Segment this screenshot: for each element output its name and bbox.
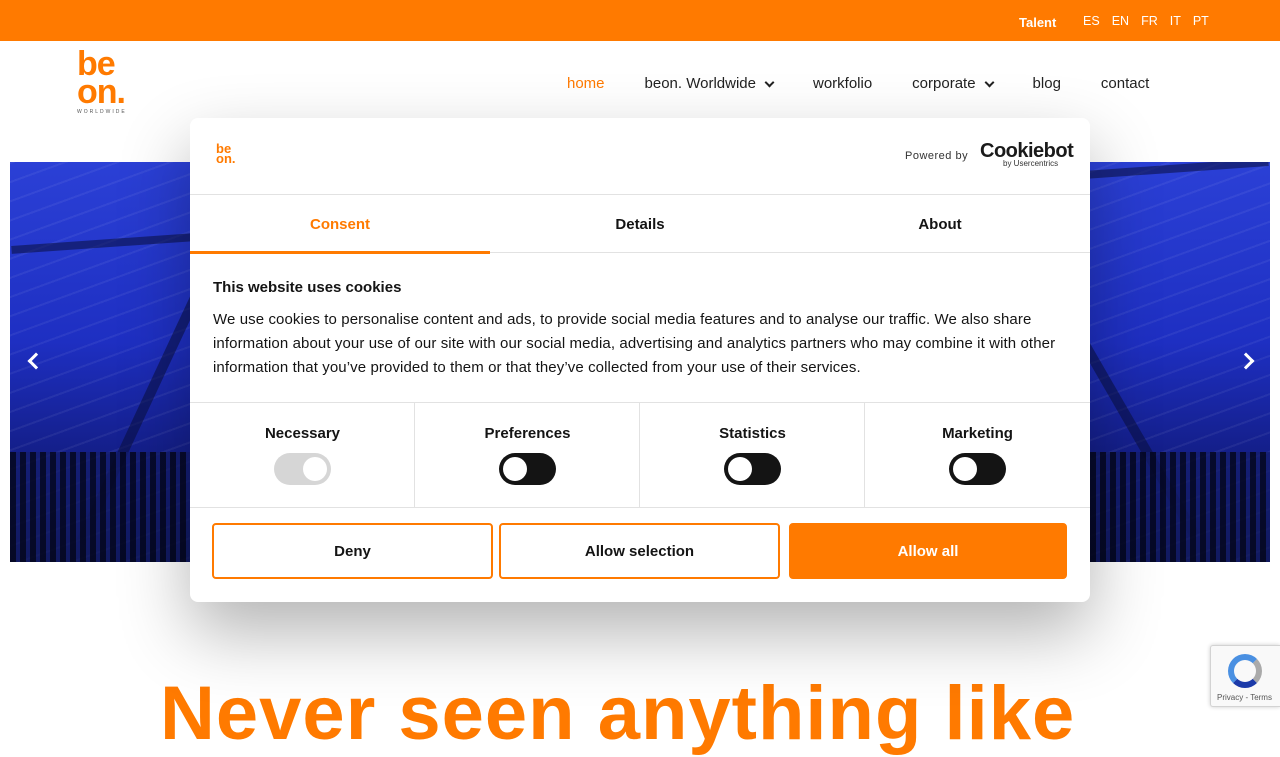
lang-pt-link[interactable]: PT [1193,14,1209,28]
language-switcher: ES EN FR IT PT [1083,14,1209,28]
slider-prev-icon[interactable] [27,352,45,370]
dialog-text: We use cookies to personalise content an… [213,311,1056,376]
chevron-down-icon [984,77,994,87]
nav-home[interactable]: home [567,75,605,92]
cookiebot-sub: by Usercentrics [1003,159,1059,168]
allow-all-button[interactable]: Allow all [789,523,1067,579]
cookie-categories: Necessary Preferences Statistics Marketi… [190,402,1090,508]
lang-es-link[interactable]: ES [1083,14,1100,28]
nav-workfolio[interactable]: workfolio [813,75,872,92]
allow-selection-button[interactable]: Allow selection [499,523,780,579]
slider-next-icon[interactable] [1237,352,1255,370]
necessary-toggle [274,453,331,485]
nav-blog[interactable]: blog [1033,75,1061,92]
lang-fr-link[interactable]: FR [1141,14,1158,28]
preferences-toggle[interactable] [499,453,556,485]
tab-details[interactable]: Details [490,195,790,253]
lang-en-link[interactable]: EN [1112,14,1129,28]
nav-worldwide[interactable]: beon. Worldwide [645,75,775,92]
dialog-buttons: Deny Allow selection Allow all [190,523,1090,579]
main-nav: home beon. Worldwide workfolio corporate… [567,75,1149,92]
hero-headline: Never seen anything like [160,671,1076,756]
top-bar: Talent ES EN FR IT PT [0,0,1280,41]
category-marketing: Marketing [865,403,1090,507]
cookie-consent-dialog: be on. Powered by Cookiebot by Usercentr… [190,118,1090,602]
lang-it-link[interactable]: IT [1170,14,1181,28]
talent-link[interactable]: Talent [1019,15,1056,30]
statistics-toggle[interactable] [724,453,781,485]
dialog-header: be on. Powered by Cookiebot by Usercentr… [190,118,1090,195]
tab-about[interactable]: About [790,195,1090,253]
category-statistics: Statistics [640,403,865,507]
nav-corporate[interactable]: corporate [912,75,994,92]
dialog-tabs: Consent Details About [190,195,1090,254]
deny-button[interactable]: Deny [212,523,493,579]
nav-contact[interactable]: contact [1101,75,1149,92]
tab-consent[interactable]: Consent [190,195,490,254]
category-necessary: Necessary [190,403,415,507]
marketing-toggle[interactable] [949,453,1006,485]
recaptcha-badge[interactable]: Privacy - Terms [1210,645,1280,707]
category-preferences: Preferences [415,403,640,507]
chevron-down-icon [764,77,775,87]
powered-by-label: Powered by [905,150,969,162]
dialog-title: This website uses cookies [213,279,402,296]
recaptcha-icon [1228,654,1262,688]
site-logo[interactable]: be on. WORLDWIDE [77,47,137,120]
dialog-logo: be on. [216,141,236,166]
